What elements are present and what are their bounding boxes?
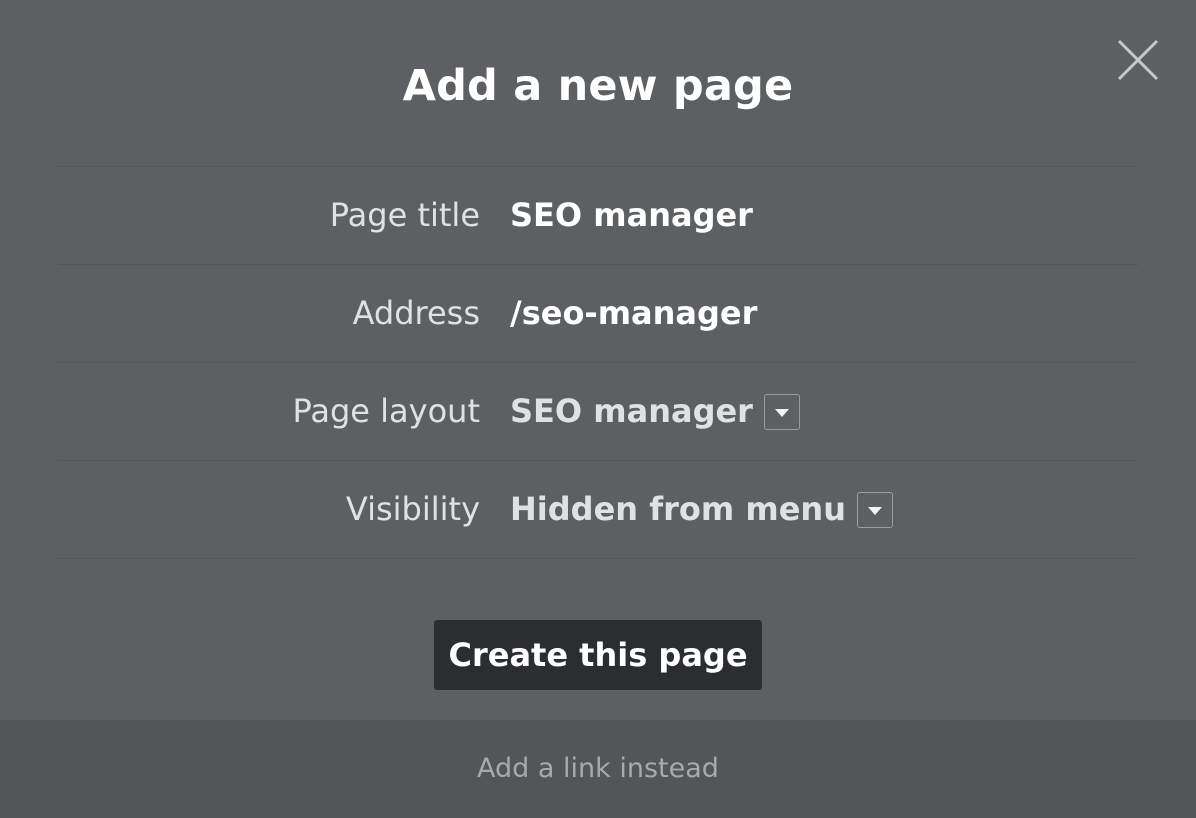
visibility-dropdown-button[interactable] bbox=[856, 491, 893, 528]
form-row-page-layout: Page layout SEO manager bbox=[58, 363, 1138, 461]
address-field[interactable]: /seo-manager bbox=[510, 265, 757, 362]
page-title-field[interactable]: SEO manager bbox=[510, 167, 753, 264]
page-title-value[interactable]: SEO manager bbox=[510, 167, 753, 264]
page-form: Page title SEO manager Address /seo-mana… bbox=[58, 166, 1138, 559]
visibility-label: Visibility bbox=[345, 490, 480, 528]
form-row-visibility: Visibility Hidden from menu bbox=[58, 461, 1138, 559]
page-layout-label: Page layout bbox=[292, 392, 480, 430]
page-layout-dropdown-button[interactable] bbox=[763, 393, 800, 430]
dialog-footer: Add a link instead bbox=[0, 720, 1196, 818]
chevron-down-icon bbox=[867, 506, 882, 515]
form-row-page-title: Page title SEO manager bbox=[58, 167, 1138, 265]
page-title-label: Page title bbox=[329, 196, 480, 234]
form-row-address: Address /seo-manager bbox=[58, 265, 1138, 363]
visibility-value[interactable]: Hidden from menu bbox=[510, 461, 846, 558]
address-value[interactable]: /seo-manager bbox=[510, 265, 757, 362]
visibility-select[interactable]: Hidden from menu bbox=[510, 461, 893, 558]
add-page-dialog: Add a new page Page title SEO manager Ad… bbox=[0, 0, 1196, 720]
page-layout-select[interactable]: SEO manager bbox=[510, 363, 800, 460]
dialog-title: Add a new page bbox=[402, 61, 794, 111]
page-layout-value[interactable]: SEO manager bbox=[510, 363, 753, 460]
chevron-down-icon bbox=[774, 408, 789, 417]
address-label: Address bbox=[352, 294, 480, 332]
add-link-instead-link[interactable]: Add a link instead bbox=[0, 720, 1196, 818]
create-page-button[interactable]: Create this page bbox=[434, 620, 762, 690]
